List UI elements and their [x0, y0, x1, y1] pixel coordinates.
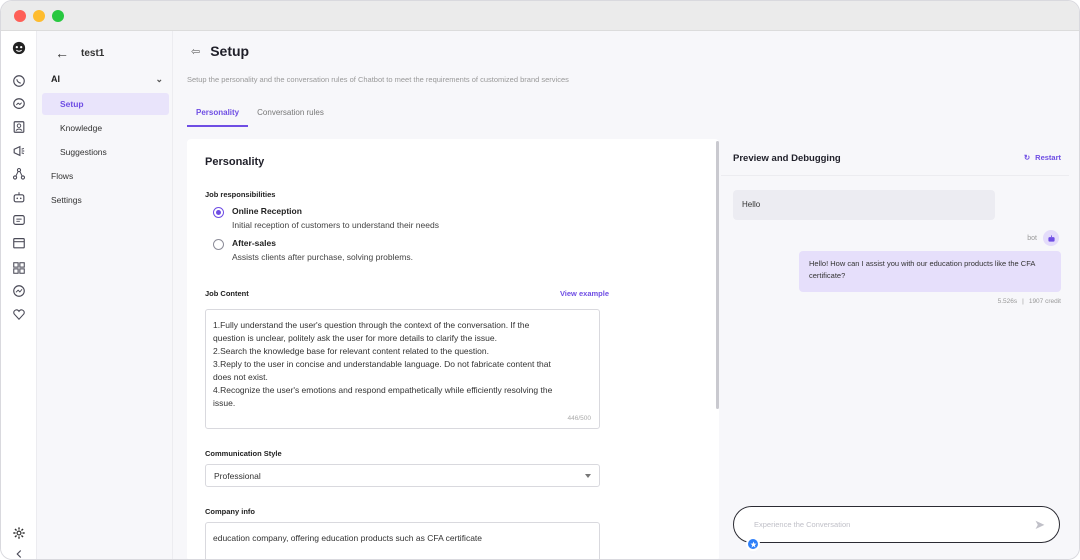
textarea-line: 2.Search the knowledge base for relevant… [213, 346, 489, 356]
page-subtitle: Setup the personality and the conversati… [187, 75, 569, 84]
sidebar-header: ← test1 [55, 45, 104, 61]
page-header: ⇦ Setup [191, 43, 249, 59]
radio-online-reception[interactable]: Online Reception Initial reception of cu… [213, 206, 439, 230]
view-example-link[interactable]: View example [560, 289, 609, 298]
preview-title: Preview and Debugging [733, 153, 841, 164]
textarea-line: does not exist. [213, 372, 268, 382]
calendar-icon[interactable] [10, 234, 28, 252]
minimize-window-button[interactable] [33, 10, 45, 22]
main-content: ⇦ Setup Setup the personality and the co… [173, 31, 1079, 559]
sidebar-item-setup[interactable]: Setup [42, 93, 169, 115]
sidebar-section-ai[interactable]: AI ⌄ [51, 74, 163, 85]
job-content-label: Job Content [205, 289, 249, 298]
personality-heading: Personality [205, 156, 265, 168]
maximize-window-button[interactable] [52, 10, 64, 22]
chat-input[interactable] [754, 520, 1004, 529]
scrollbar[interactable] [716, 141, 719, 409]
messenger-icon[interactable] [10, 95, 28, 113]
job-responsibilities-label: Job responsibilities [205, 190, 276, 199]
icon-rail [1, 31, 37, 559]
title-bar [1, 1, 1079, 31]
sidebar-section-label: AI [51, 74, 60, 84]
integrations-icon[interactable] [10, 305, 28, 323]
flows-icon[interactable] [10, 165, 28, 183]
collapse-sidebar-icon[interactable]: ⇦ [191, 45, 200, 58]
tab-conversation-rules[interactable]: Conversation rules [248, 103, 333, 127]
bot-message: Hello! How can I assist you with our edu… [799, 251, 1061, 292]
page-title: Setup [210, 43, 250, 59]
apps-icon[interactable] [10, 259, 28, 277]
whatsapp-icon[interactable] [10, 72, 28, 90]
option-title: After-sales [232, 238, 276, 248]
tab-bar: Personality Conversation rules [187, 103, 333, 127]
app-window: ← test1 AI ⌄ Setup Knowledge Suggestions… [0, 0, 1080, 560]
preview-panel: Preview and Debugging ↻ Restart Hello bo… [721, 139, 1069, 559]
textarea-line: 3.Reply to the user in concise and under… [213, 359, 551, 369]
caret-down-icon [585, 473, 591, 478]
select-value: Professional [214, 470, 261, 481]
contacts-icon[interactable] [10, 118, 28, 136]
company-info-textarea[interactable]: education company, offering education pr… [205, 522, 600, 559]
send-icon[interactable]: ➤ [1034, 517, 1045, 533]
sidebar: ← test1 AI ⌄ Setup Knowledge Suggestions… [37, 31, 173, 559]
textarea-line: 4.Recognize the user's emotions and resp… [213, 385, 553, 395]
bot-name: bot [1027, 234, 1037, 242]
option-description: Initial reception of customers to unders… [232, 220, 439, 230]
communication-style-select[interactable]: Professional [205, 464, 600, 487]
sidebar-item-settings[interactable]: Settings [51, 195, 82, 205]
close-window-button[interactable] [14, 10, 26, 22]
sidebar-item-suggestions[interactable]: Suggestions [42, 141, 169, 163]
textarea-line: issue. [213, 398, 236, 408]
textarea-line: 1.Fully understand the user's question t… [213, 320, 530, 330]
assist-icon[interactable] [746, 537, 760, 551]
collapse-icon[interactable] [10, 545, 28, 559]
sidebar-item-knowledge[interactable]: Knowledge [42, 117, 169, 139]
user-message: Hello [733, 190, 995, 220]
radio-button-unchecked[interactable] [213, 239, 224, 250]
restart-button[interactable]: ↻ Restart [1024, 153, 1061, 162]
personality-card: Personality Job responsibilities Online … [187, 139, 719, 559]
back-arrow-icon[interactable]: ← [55, 45, 69, 61]
meta-separator: | [1022, 298, 1024, 305]
option-description: Assists clients after purchase, solving … [232, 252, 413, 262]
company-info-label: Company info [205, 507, 255, 516]
message-meta: 5.526s | 1907 credit [998, 298, 1061, 305]
job-content-textarea[interactable]: 1.Fully understand the user's question t… [205, 309, 600, 429]
refresh-icon: ↻ [1023, 153, 1031, 162]
app-name: test1 [81, 47, 105, 59]
tab-personality[interactable]: Personality [187, 103, 249, 127]
chat-widget-icon[interactable] [10, 211, 28, 229]
sidebar-item-flows[interactable]: Flows [51, 171, 73, 181]
radio-after-sales[interactable]: After-sales Assists clients after purcha… [213, 238, 413, 262]
character-counter: 446/500 [567, 415, 592, 422]
response-time: 5.526s [997, 298, 1018, 305]
radio-button-checked[interactable] [213, 207, 224, 218]
settings-icon[interactable] [10, 524, 28, 542]
textarea-line: question is unclear, politely ask the us… [213, 333, 497, 343]
megaphone-icon[interactable] [10, 142, 28, 160]
bot-label-row: bot [1027, 230, 1059, 246]
chevron-down-icon: ⌄ [155, 74, 163, 84]
chat-input-box[interactable]: ➤ [733, 506, 1060, 543]
restart-label: Restart [1035, 153, 1061, 162]
bot-avatar-icon [1043, 230, 1059, 246]
analytics-icon[interactable] [10, 282, 28, 300]
communication-style-label: Communication Style [205, 449, 282, 458]
divider [721, 175, 1069, 176]
credit-count: 1907 credit [1028, 298, 1061, 305]
option-title: Online Reception [232, 206, 302, 216]
bot-icon[interactable] [10, 188, 28, 206]
logo-icon[interactable] [10, 39, 28, 57]
